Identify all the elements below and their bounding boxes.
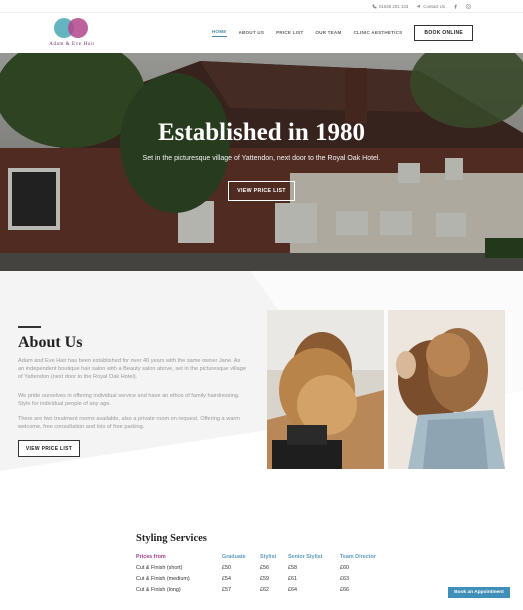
logo-text: Adam & Eve Hair [49, 42, 95, 47]
nav-item-home[interactable]: HOME [211, 29, 227, 37]
nav-item-about-us[interactable]: ABOUT US [239, 30, 265, 37]
price-table: Prices from Graduate Stylist Senior Styl… [136, 554, 396, 598]
about-title: About Us [18, 334, 83, 351]
hero-subtitle: Set in the picturesque village of Yatten… [142, 155, 381, 162]
top-bar: 01635 201 133 Contact Us [0, 0, 523, 12]
price-cell: £59 [260, 576, 269, 582]
nav-item-our-team[interactable]: OUR TEAM [315, 30, 341, 37]
column-header: Team Director [340, 554, 376, 560]
phone-link[interactable]: 01635 201 133 [372, 4, 408, 9]
column-header: Graduate [222, 554, 246, 560]
contact-link[interactable]: Contact Us [416, 4, 445, 9]
price-cell: £63 [340, 576, 349, 582]
contact-label: Contact Us [423, 3, 445, 9]
hero-title: Established in 1980 [157, 119, 365, 146]
about-divider [18, 326, 41, 328]
nav-item-clinic-aesthetics[interactable]: CLINIC AESTHETICS [353, 30, 402, 37]
column-header: Stylist [260, 554, 277, 560]
hero-banner: Established in 1980 Set in the picturesq… [0, 53, 523, 271]
facebook-icon [454, 4, 457, 9]
about-paragraph: Adam and Eve Hair has been established f… [18, 358, 246, 380]
table-row: Cut & Finish (medium) £54 £59 £61 £63 [136, 576, 396, 587]
price-cell: £64 [288, 587, 297, 593]
salon-photo-blonde-waves [267, 310, 384, 469]
price-cell: £56 [260, 565, 269, 571]
about-paragraph: We pride ourselves in offering individua… [18, 393, 240, 407]
price-table-header: Prices from Graduate Stylist Senior Styl… [136, 554, 396, 565]
column-header: Prices from [136, 554, 166, 560]
phone-icon [372, 4, 377, 8]
column-header: Senior Stylist [288, 554, 323, 560]
site-header: Adam & Eve Hair HOME ABOUT US PRICE LIST… [0, 12, 523, 53]
salon-photo-curly-bob [388, 310, 505, 469]
price-cell: £54 [222, 576, 231, 582]
hero-view-price-list-button[interactable]: VIEW PRICE LIST [228, 181, 295, 201]
price-cell: £66 [340, 587, 349, 593]
phone-number: 01635 201 133 [378, 3, 409, 9]
styling-services-section: Styling Services Prices from Graduate St… [0, 506, 523, 610]
book-online-button[interactable]: BOOK ONLINE [414, 25, 473, 41]
instagram-link[interactable] [466, 3, 471, 9]
table-row: Cut & Finish (short) £50 £56 £58 £60 [136, 565, 396, 576]
price-cell: £61 [288, 576, 297, 582]
nav-item-price-list[interactable]: PRICE LIST [276, 30, 303, 37]
about-section: About Us Adam and Eve Hair has been esta… [0, 271, 523, 506]
service-name: Cut & Finish (short) [136, 565, 183, 571]
book-appointment-button[interactable]: Book an Appointment [448, 587, 510, 598]
price-cell: £62 [260, 587, 269, 593]
price-cell: £60 [340, 565, 349, 571]
table-row: Cut & Finish (long) £57 £62 £64 £66 [136, 587, 396, 598]
facebook-link[interactable] [453, 4, 458, 9]
about-view-price-list-button[interactable]: VIEW PRICE LIST [18, 440, 80, 457]
about-paragraph: There are two treatment rooms available,… [18, 416, 240, 430]
service-name: Cut & Finish (medium) [136, 576, 190, 582]
services-title: Styling Services [136, 533, 207, 544]
logo[interactable]: Adam & Eve Hair [48, 17, 96, 51]
send-icon [416, 4, 421, 8]
instagram-icon [466, 3, 471, 9]
price-cell: £57 [222, 587, 231, 593]
price-cell: £58 [288, 565, 297, 571]
price-cell: £50 [222, 565, 231, 571]
service-name: Cut & Finish (long) [136, 587, 181, 593]
main-nav: HOME ABOUT US PRICE LIST OUR TEAM CLINIC… [211, 25, 473, 41]
logo-mark [48, 17, 96, 41]
